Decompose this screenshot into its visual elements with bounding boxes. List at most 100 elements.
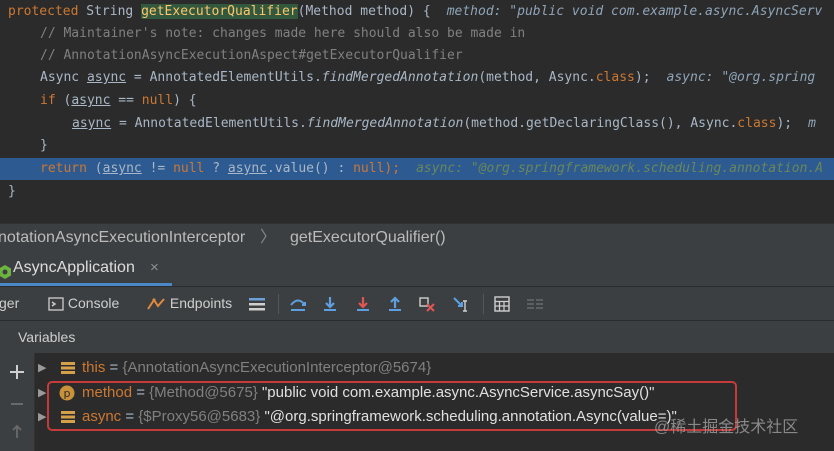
debugger-tab[interactable]: ger	[0, 287, 19, 320]
code-line-3[interactable]: // AnnotationAsyncExecutionAspect#getExe…	[0, 45, 834, 67]
local-variable: async	[102, 161, 142, 176]
step-out-button[interactable]	[386, 287, 404, 320]
step-into-icon	[324, 297, 336, 312]
endpoints-tab[interactable]: Endpoints	[146, 287, 232, 320]
run-to-cursor-button[interactable]	[452, 287, 470, 320]
field-icon	[61, 362, 75, 374]
variable-type: {AnnotationAsyncExecutionInterceptor@567…	[122, 359, 432, 376]
code-editor[interactable]: protected String getExecutorQualifier(Me…	[0, 0, 834, 218]
code-line-6[interactable]: async = AnnotatedElementUtils.findMerged…	[0, 113, 834, 135]
variable-equals: =	[105, 359, 123, 376]
code-line-2[interactable]: // Maintainer's note: changes made here …	[0, 23, 834, 45]
method-call: findMergedAnnotation	[306, 116, 464, 131]
comment: // Maintainer's note: changes made here …	[40, 26, 526, 41]
breadcrumb: notationAsyncExecutionInterceptor 〉 getE…	[0, 223, 834, 253]
inline-debug-value: async: "@org.spring	[666, 70, 816, 85]
code-text: }	[40, 138, 48, 153]
breadcrumb-separator: 〉	[260, 229, 277, 246]
debug-tab-label: AsyncApplication	[13, 259, 135, 276]
step-over-button[interactable]	[289, 287, 307, 320]
run-to-cursor-icon	[453, 297, 467, 312]
code-text: (Method method) {	[297, 4, 431, 19]
keyword: class	[737, 116, 777, 131]
remove-watch-icon[interactable]	[9, 396, 25, 412]
step-over-icon	[290, 299, 306, 312]
inline-debug-value: m	[808, 116, 816, 131]
code-text: (	[55, 93, 72, 108]
calculator-icon	[494, 296, 510, 312]
force-step-into-icon	[357, 297, 369, 312]
code-line-4[interactable]: Async async = AnnotatedElementUtils.find…	[0, 67, 834, 89]
code-text: (method.getDeclaringClass(), Async.	[463, 116, 738, 131]
step-out-icon	[389, 296, 401, 312]
debug-tab-bar: AsyncApplication ×	[0, 252, 834, 286]
keyword: if	[40, 93, 56, 108]
expand-arrow-icon[interactable]: ▶	[38, 381, 46, 405]
code-line-7[interactable]: }	[0, 135, 834, 157]
code-line-9[interactable]: }	[0, 181, 834, 203]
endpoints-label: Endpoints	[169, 295, 233, 311]
breadcrumb-class[interactable]: notationAsyncExecutionInterceptor	[0, 224, 245, 252]
code-text: ) {	[173, 93, 197, 108]
move-up-icon[interactable]	[9, 423, 25, 439]
code-text: (	[86, 161, 103, 176]
code-text: ?	[204, 161, 228, 176]
code-text: ==	[110, 93, 142, 108]
force-step-into-button[interactable]	[354, 287, 372, 320]
code-line-1[interactable]: protected String getExecutorQualifier(Me…	[0, 1, 834, 23]
breadcrumb-method[interactable]: getExecutorQualifier()	[290, 224, 446, 252]
keyword: null	[141, 93, 174, 108]
variable-name: this	[82, 359, 106, 376]
comment: // AnnotationAsyncExecutionAspect#getExe…	[40, 48, 463, 63]
code-text: (method, Async.	[478, 70, 596, 85]
variables-header: Variables	[0, 321, 834, 353]
watermark: @稀土掘金技术社区	[654, 419, 799, 436]
list-icon	[249, 298, 265, 311]
code-text: String	[78, 4, 142, 19]
expand-arrow-icon[interactable]: ▶	[38, 405, 46, 429]
console-icon	[48, 297, 64, 311]
keyword: return	[40, 161, 87, 176]
code-text: = AnnotatedElementUtils.	[126, 70, 322, 85]
trace-stream-button[interactable]	[526, 287, 544, 320]
console-label: Console	[67, 295, 120, 311]
code-text: !=	[141, 161, 174, 176]
endpoints-icon	[147, 298, 165, 310]
debug-toolbar: ger Console Endpoints	[0, 287, 834, 321]
add-watch-icon[interactable]	[9, 364, 25, 380]
local-variable: async	[71, 93, 111, 108]
code-text: }	[8, 184, 16, 199]
local-variable: async	[86, 70, 127, 85]
inline-debug-value: method: "public void com.example.async.A…	[446, 4, 823, 19]
trace-icon	[527, 299, 543, 310]
drop-frame-button[interactable]	[418, 287, 436, 320]
code-text: = AnnotatedElementUtils.	[111, 116, 307, 131]
code-text: Async	[40, 70, 87, 85]
code-text: .value() :	[267, 161, 354, 176]
console-tab[interactable]: Console	[48, 287, 119, 320]
code-text: );	[634, 70, 651, 85]
drop-frame-icon	[419, 297, 435, 313]
debug-session-tab[interactable]: AsyncApplication ×	[0, 252, 172, 286]
execution-point-line[interactable]: return (async != null ? async.value() : …	[0, 158, 834, 180]
keyword: protected	[8, 4, 79, 19]
evaluate-expression-button[interactable]	[494, 287, 510, 320]
keyword: class	[595, 70, 635, 85]
code-text: );	[384, 161, 401, 176]
code-line-5[interactable]: if (async == null) {	[0, 90, 834, 112]
keyword: null	[353, 161, 385, 176]
local-variable: async	[72, 116, 112, 131]
annotation-highlight-box	[47, 381, 737, 431]
expand-arrow-icon[interactable]: ▶	[38, 356, 46, 380]
variables-title: Variables	[18, 329, 76, 345]
method-name: getExecutorQualifier	[141, 4, 298, 19]
keyword: null	[173, 161, 205, 176]
close-icon[interactable]: ×	[150, 252, 159, 284]
local-variable: async	[227, 161, 268, 176]
step-into-button[interactable]	[321, 287, 339, 320]
inline-debug-value: async: "@org.springframework.scheduling.…	[416, 161, 824, 176]
variables-side-toolbar	[0, 353, 35, 451]
show-frames-button[interactable]	[248, 287, 266, 320]
variable-row-this[interactable]: ▶ this = {AnnotationAsyncExecutionInterc…	[35, 356, 834, 380]
code-text: );	[776, 116, 793, 131]
